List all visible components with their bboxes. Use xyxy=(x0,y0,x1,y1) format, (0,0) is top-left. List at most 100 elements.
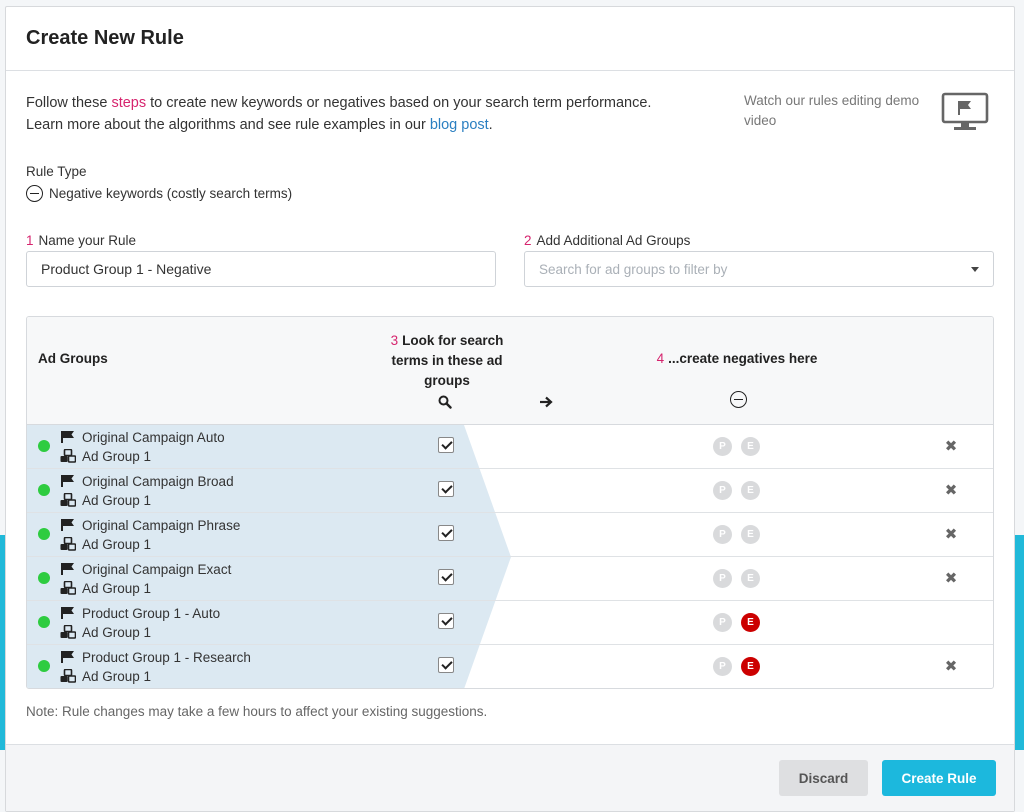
flag-icon xyxy=(61,475,74,487)
discard-button[interactable]: Discard xyxy=(779,760,868,796)
ad-groups-icon xyxy=(60,581,76,595)
table-body: Original Campaign Auto Ad Group 1 P E ✖ Origi… xyxy=(27,425,993,688)
arrow-right-icon xyxy=(540,396,553,408)
campaign-line: Original Campaign Auto xyxy=(60,428,225,446)
demo-video-link[interactable]: Watch our rules editing demo video xyxy=(744,91,944,131)
exact-match-toggle[interactable]: E xyxy=(741,437,760,456)
flag-icon xyxy=(61,431,74,443)
status-dot xyxy=(38,484,50,496)
ad-groups-icon xyxy=(60,493,76,507)
adgroup-name: Ad Group 1 xyxy=(82,624,152,640)
phrase-match-toggle[interactable]: P xyxy=(713,481,732,500)
adgroup-line: Ad Group 1 xyxy=(60,535,151,553)
status-dot xyxy=(38,660,50,672)
adgroup-line: Ad Group 1 xyxy=(60,491,151,509)
table-row: Original Campaign Broad Ad Group 1 P E ✖ xyxy=(27,469,993,513)
rule-type-value: Negative keywords (costly search terms) xyxy=(26,185,292,202)
search-terms-checkbox[interactable] xyxy=(438,525,454,541)
monitor-flag-icon[interactable] xyxy=(941,92,989,132)
col-ad-groups: Ad Groups xyxy=(38,351,108,366)
exact-match-toggle[interactable]: E xyxy=(741,613,760,632)
rule-type-label: Rule Type xyxy=(26,164,87,179)
steps-link[interactable]: steps xyxy=(111,95,146,111)
remove-row-icon[interactable]: ✖ xyxy=(943,438,959,455)
table-row: Original Campaign Phrase Ad Group 1 P E ✖ xyxy=(27,513,993,557)
flag-icon xyxy=(61,563,74,575)
phrase-match-toggle[interactable]: P xyxy=(713,525,732,544)
table-row: Original Campaign Exact Ad Group 1 P E ✖ xyxy=(27,557,993,601)
search-terms-checkbox[interactable] xyxy=(438,569,454,585)
ad-group-search-select[interactable]: Search for ad groups to filter by xyxy=(524,251,994,287)
adgroup-line: Ad Group 1 xyxy=(60,447,151,465)
ad-groups-icon xyxy=(60,669,76,683)
status-dot xyxy=(38,528,50,540)
table-row: Original Campaign Auto Ad Group 1 P E ✖ xyxy=(27,425,993,469)
intro-text: Follow these steps to create new keyword… xyxy=(26,95,652,133)
flag-icon xyxy=(61,519,74,531)
phrase-match-toggle[interactable]: P xyxy=(713,569,732,588)
phrase-match-toggle[interactable]: P xyxy=(713,437,732,456)
circle-minus-icon xyxy=(26,185,43,202)
search-terms-checkbox[interactable] xyxy=(438,657,454,673)
ad-groups-icon xyxy=(60,625,76,639)
exact-match-toggle[interactable]: E xyxy=(741,569,760,588)
campaign-name: Original Campaign Phrase xyxy=(82,517,241,533)
step1-label: 1 Name your Rule xyxy=(26,233,137,248)
ad-groups-icon xyxy=(60,537,76,551)
exact-match-toggle[interactable]: E xyxy=(741,481,760,500)
rule-name-input[interactable] xyxy=(26,251,496,287)
adgroup-line: Ad Group 1 xyxy=(60,667,151,685)
status-dot xyxy=(38,440,50,452)
col-create-negatives: 4 ...create negatives here xyxy=(656,351,818,366)
adgroup-line: Ad Group 1 xyxy=(60,623,151,641)
flag-icon xyxy=(61,607,74,619)
remove-row-icon[interactable]: ✖ xyxy=(943,482,959,499)
adgroup-line: Ad Group 1 xyxy=(60,579,151,597)
search-terms-checkbox[interactable] xyxy=(438,481,454,497)
campaign-name: Original Campaign Auto xyxy=(82,429,225,445)
ad-groups-table: Ad Groups 3 Look for search terms in thes… xyxy=(26,316,994,689)
exact-match-toggle[interactable]: E xyxy=(741,657,760,676)
campaign-name: Product Group 1 - Research xyxy=(82,649,251,665)
remove-row-icon[interactable]: ✖ xyxy=(943,526,959,543)
ad-groups-icon xyxy=(60,449,76,463)
rule-change-note: Note: Rule changes may take a few hours … xyxy=(26,704,488,719)
adgroup-name: Ad Group 1 xyxy=(82,536,152,552)
adgroup-name: Ad Group 1 xyxy=(82,580,152,596)
table-row: Product Group 1 - Auto Ad Group 1 PE xyxy=(27,601,993,645)
campaign-name: Original Campaign Broad xyxy=(82,473,234,489)
ad-group-search-placeholder: Search for ad groups to filter by xyxy=(539,261,728,277)
campaign-line: Product Group 1 - Auto xyxy=(60,604,220,622)
flag-icon xyxy=(61,651,74,663)
campaign-line: Product Group 1 - Research xyxy=(60,648,251,666)
modal-header: Create New Rule xyxy=(6,7,1014,71)
search-terms-checkbox[interactable] xyxy=(438,437,454,453)
search-terms-checkbox[interactable] xyxy=(438,613,454,629)
modal-title: Create New Rule xyxy=(26,27,184,49)
adgroup-name: Ad Group 1 xyxy=(82,448,152,464)
campaign-line: Original Campaign Phrase xyxy=(60,516,240,534)
chevron-down-icon xyxy=(971,266,979,272)
search-icon xyxy=(438,395,452,409)
exact-match-toggle[interactable]: E xyxy=(741,525,760,544)
adgroup-name: Ad Group 1 xyxy=(82,668,152,684)
campaign-line: Original Campaign Broad xyxy=(60,472,234,490)
table-row: Product Group 1 - Research Ad Group 1 P E ✖ xyxy=(27,645,993,688)
campaign-line: Original Campaign Exact xyxy=(60,560,231,578)
campaign-name: Product Group 1 - Auto xyxy=(82,605,221,621)
col-look-for-search-terms: 3 Look for search terms in these ad group… xyxy=(390,333,504,388)
create-rule-button[interactable]: Create Rule xyxy=(882,760,996,796)
blog-post-link[interactable]: blog post xyxy=(430,117,489,133)
table-header: Ad Groups 3 Look for search terms in thes… xyxy=(27,317,993,425)
step2-label: 2 Add Additional Ad Groups xyxy=(524,233,691,248)
phrase-match-toggle[interactable]: P xyxy=(713,613,732,632)
adgroup-name: Ad Group 1 xyxy=(82,492,152,508)
phrase-match-toggle[interactable]: P xyxy=(713,657,732,676)
modal-footer: Discard Create Rule xyxy=(6,744,1014,811)
remove-row-icon[interactable]: ✖ xyxy=(943,658,959,675)
campaign-name: Original Campaign Exact xyxy=(82,561,232,577)
create-rule-modal: Create New Rule Follow these steps to cr… xyxy=(5,6,1015,812)
remove-row-icon[interactable]: ✖ xyxy=(943,570,959,587)
circle-minus-icon xyxy=(730,391,747,408)
status-dot xyxy=(38,572,50,584)
